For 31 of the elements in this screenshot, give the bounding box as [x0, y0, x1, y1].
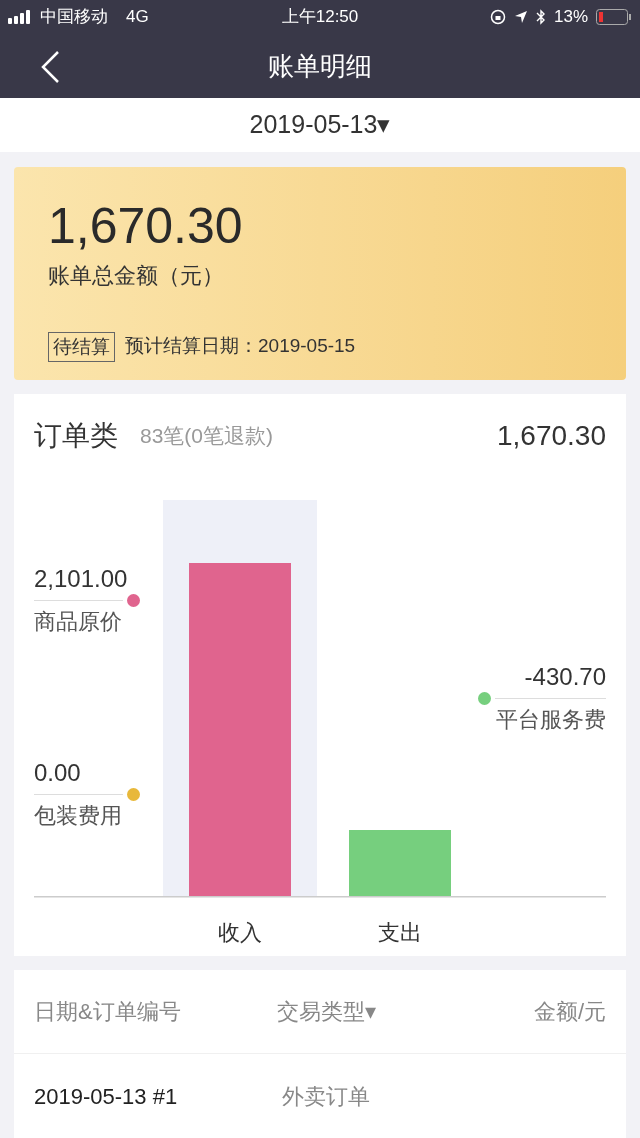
status-tag: 待结算: [48, 331, 115, 362]
axis-label: 支出: [377, 919, 423, 947]
transaction-type: 外卖订单: [281, 1082, 371, 1111]
network-type: 4G: [126, 6, 149, 29]
total-label: 账单总金额（元）: [48, 261, 225, 290]
battery-icon: [596, 9, 632, 25]
axis-label: 收入: [217, 919, 263, 947]
category-label: 包装费用: [34, 802, 123, 830]
location-icon: [513, 10, 528, 24]
back-icon: [40, 50, 60, 84]
column-header[interactable]: 交易类型▾: [226, 995, 426, 1028]
order-date: 2019-05-13 #1: [34, 1082, 179, 1111]
section-total: 1,670.30: [497, 419, 606, 453]
total-amount: 1,670.30: [48, 196, 244, 255]
clock: 上午12:50: [280, 6, 360, 29]
page-title: 账单明细: [268, 49, 372, 83]
category-label: 平台服务费: [495, 706, 606, 734]
bluetooth-icon: [535, 9, 546, 25]
column-header[interactable]: 金额/元: [426, 995, 606, 1028]
column-header[interactable]: 日期&订单编号: [34, 995, 226, 1028]
amount-label: 0.00: [34, 758, 81, 788]
date-selector[interactable]: 2019-05-13▾: [249, 106, 391, 144]
amount-label: 2,101.00: [34, 564, 128, 594]
rotation-lock-icon: [489, 9, 506, 25]
section-title: 订单类: [34, 419, 118, 453]
order-count: 83笔(0笔退款): [140, 423, 274, 450]
amount-label: -430.70: [524, 662, 606, 692]
settlement-date: 预计结算日期：2019-05-15: [125, 334, 356, 359]
carrier-name: 中国移动: [40, 6, 108, 29]
category-label: 商品原价: [34, 608, 123, 636]
battery-percent: 13%: [553, 6, 588, 29]
